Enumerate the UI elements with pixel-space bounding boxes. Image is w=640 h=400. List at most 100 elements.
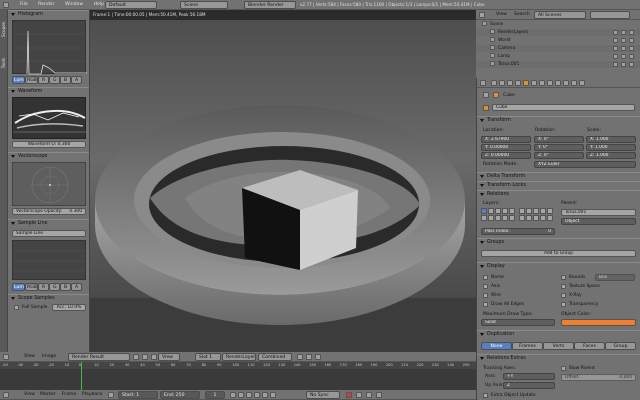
jump-start-icon[interactable] (230, 392, 236, 398)
vectorscope-opacity-field[interactable]: Vectorscope Opacity: 0.300 (12, 208, 86, 215)
pass-index-field[interactable]: Pass Index: 0 (481, 228, 555, 235)
layout-select[interactable]: Default (105, 1, 157, 9)
scale-x-field[interactable]: X: 1.000 (586, 136, 636, 143)
sample-mode-a[interactable]: A (71, 283, 82, 291)
duplication-header[interactable]: Duplication (477, 330, 640, 338)
scale-y-field[interactable]: Y: 1.000 (586, 144, 636, 151)
record-icon[interactable] (346, 392, 352, 398)
rotation-z-field[interactable]: Z: 0° (534, 152, 584, 159)
dupli-frames[interactable]: Frames (512, 342, 543, 350)
outliner-item[interactable]: World (476, 37, 640, 44)
alpha-icon[interactable] (306, 354, 312, 360)
timeline-menu-view[interactable]: View (24, 392, 35, 397)
material-tab-icon[interactable] (555, 80, 561, 86)
layer-toggle[interactable] (502, 215, 508, 221)
track-axis-select[interactable]: +Y (503, 373, 555, 380)
histogram-mode-g[interactable]: G (49, 76, 60, 84)
end-frame-field[interactable]: End: 250 (160, 391, 200, 399)
dupli-verts[interactable]: Verts (543, 342, 574, 350)
channels-icon[interactable] (297, 354, 303, 360)
layer-toggle[interactable] (540, 208, 546, 214)
tab-scopes[interactable]: Scopes (1, 22, 6, 37)
transparency-checkbox[interactable] (561, 302, 566, 307)
layer-toggle[interactable] (488, 215, 494, 221)
outliner-item[interactable]: Scene (476, 21, 640, 28)
sample-mode-g[interactable]: G (49, 283, 60, 291)
outliner-menu-view[interactable]: View (496, 12, 507, 17)
display-bounds-checkbox[interactable] (561, 275, 566, 280)
image-menu-image[interactable]: Image (42, 354, 56, 359)
dupli-none[interactable]: None (481, 342, 512, 350)
menu-file[interactable]: File (20, 2, 28, 7)
image-editor-area[interactable]: Frame:1 | Time:00:00.05 | Mem:50.41M, Pe… (90, 10, 476, 352)
world-tab-icon[interactable] (515, 80, 521, 86)
display-mode-select[interactable]: All Scenes (534, 11, 586, 19)
object-tab-icon[interactable] (523, 80, 529, 86)
image-menu-view[interactable]: View (24, 354, 35, 359)
display-axis-checkbox[interactable] (483, 284, 488, 289)
image-name-field[interactable]: Render Result (68, 353, 130, 361)
location-z-field[interactable]: Z: 0.00000 (481, 152, 531, 159)
render-engine-select[interactable]: Blender Render (244, 1, 296, 9)
add-to-group-button[interactable]: Add to Group (481, 250, 636, 257)
layer-toggle[interactable] (533, 215, 539, 221)
slow-parent-checkbox[interactable] (561, 366, 566, 371)
select-arrow-icon[interactable] (621, 38, 626, 43)
physics-tab-icon[interactable] (579, 80, 585, 86)
outliner-item[interactable]: Torus.001 (476, 61, 640, 68)
histogram-mode-rgb[interactable]: RGB (25, 76, 38, 84)
camera-render-icon[interactable] (629, 38, 634, 43)
relations-header[interactable]: Relations (477, 190, 640, 198)
layer-toggle[interactable] (509, 215, 515, 221)
histogram-header[interactable]: Histogram (8, 10, 89, 18)
relations-extras-header[interactable]: Relations Extras (477, 354, 640, 362)
location-y-field[interactable]: Y: 0.00000 (481, 144, 531, 151)
dupli-faces[interactable]: Faces (574, 342, 605, 350)
vectorscope-header[interactable]: Vectorscope (8, 152, 89, 160)
timeline-track[interactable] (0, 369, 476, 390)
timeline-icon[interactable] (3, 392, 9, 398)
timeline-area[interactable]: -50 -40 -30 -20 -10 0 10 20 30 40 50 60 70 80 90 100 110… (0, 362, 476, 390)
timeline-menu-frame[interactable]: Frame (62, 392, 76, 397)
layer-toggle[interactable] (526, 215, 532, 221)
histogram-mode-a[interactable]: A (71, 76, 82, 84)
max-draw-type-select[interactable]: Solid (481, 319, 555, 326)
object-name-field[interactable]: Cube (492, 104, 635, 111)
layer-toggle[interactable] (519, 208, 525, 214)
transform-panel-header[interactable]: Transform (477, 116, 640, 124)
histogram-mode-r[interactable]: R (38, 76, 49, 84)
layer-toggle[interactable] (547, 208, 553, 214)
transform-locks-header[interactable]: Transform Locks (477, 181, 640, 189)
waveform-header[interactable]: Waveform (8, 87, 89, 95)
select-arrow-icon[interactable] (621, 62, 626, 67)
layer-toggle[interactable] (526, 208, 532, 214)
keying-set-icon[interactable] (356, 392, 362, 398)
pin-icon[interactable] (133, 354, 139, 360)
insert-keyframe-icon[interactable] (366, 392, 372, 398)
camera-render-icon[interactable] (629, 46, 634, 51)
play-icon[interactable] (254, 392, 260, 398)
scope-samples-header[interactable]: Scope Samples (8, 294, 89, 302)
layer-toggle[interactable] (495, 215, 501, 221)
slow-parent-offset-field[interactable]: Offset: 0.000 (561, 374, 636, 381)
display-wire-checkbox[interactable] (483, 293, 488, 298)
texture-tab-icon[interactable] (563, 80, 569, 86)
particles-tab-icon[interactable] (571, 80, 577, 86)
layer-toggle[interactable] (540, 215, 546, 221)
parent-field[interactable]: Torus.001 (561, 209, 636, 216)
select-arrow-icon[interactable] (621, 54, 626, 59)
sample-mode-luma[interactable]: Luma (12, 283, 25, 291)
render-layers-tab-icon[interactable] (499, 80, 505, 86)
menu-help[interactable]: Help (94, 2, 104, 7)
layer-toggle[interactable] (481, 208, 487, 214)
outliner-item[interactable]: RenderLayers (476, 29, 640, 36)
render-layer-select[interactable]: RenderLayer (222, 353, 256, 361)
menu-window[interactable]: Window (65, 2, 83, 7)
eye-icon[interactable] (613, 54, 618, 59)
histogram-mode-b[interactable]: B (60, 76, 71, 84)
parent-type-select[interactable]: Object (561, 218, 636, 225)
display-header[interactable]: Display (477, 262, 640, 270)
camera-render-icon[interactable] (629, 54, 634, 59)
current-frame-field[interactable]: 1 (205, 391, 225, 399)
current-frame-marker[interactable] (81, 362, 82, 390)
